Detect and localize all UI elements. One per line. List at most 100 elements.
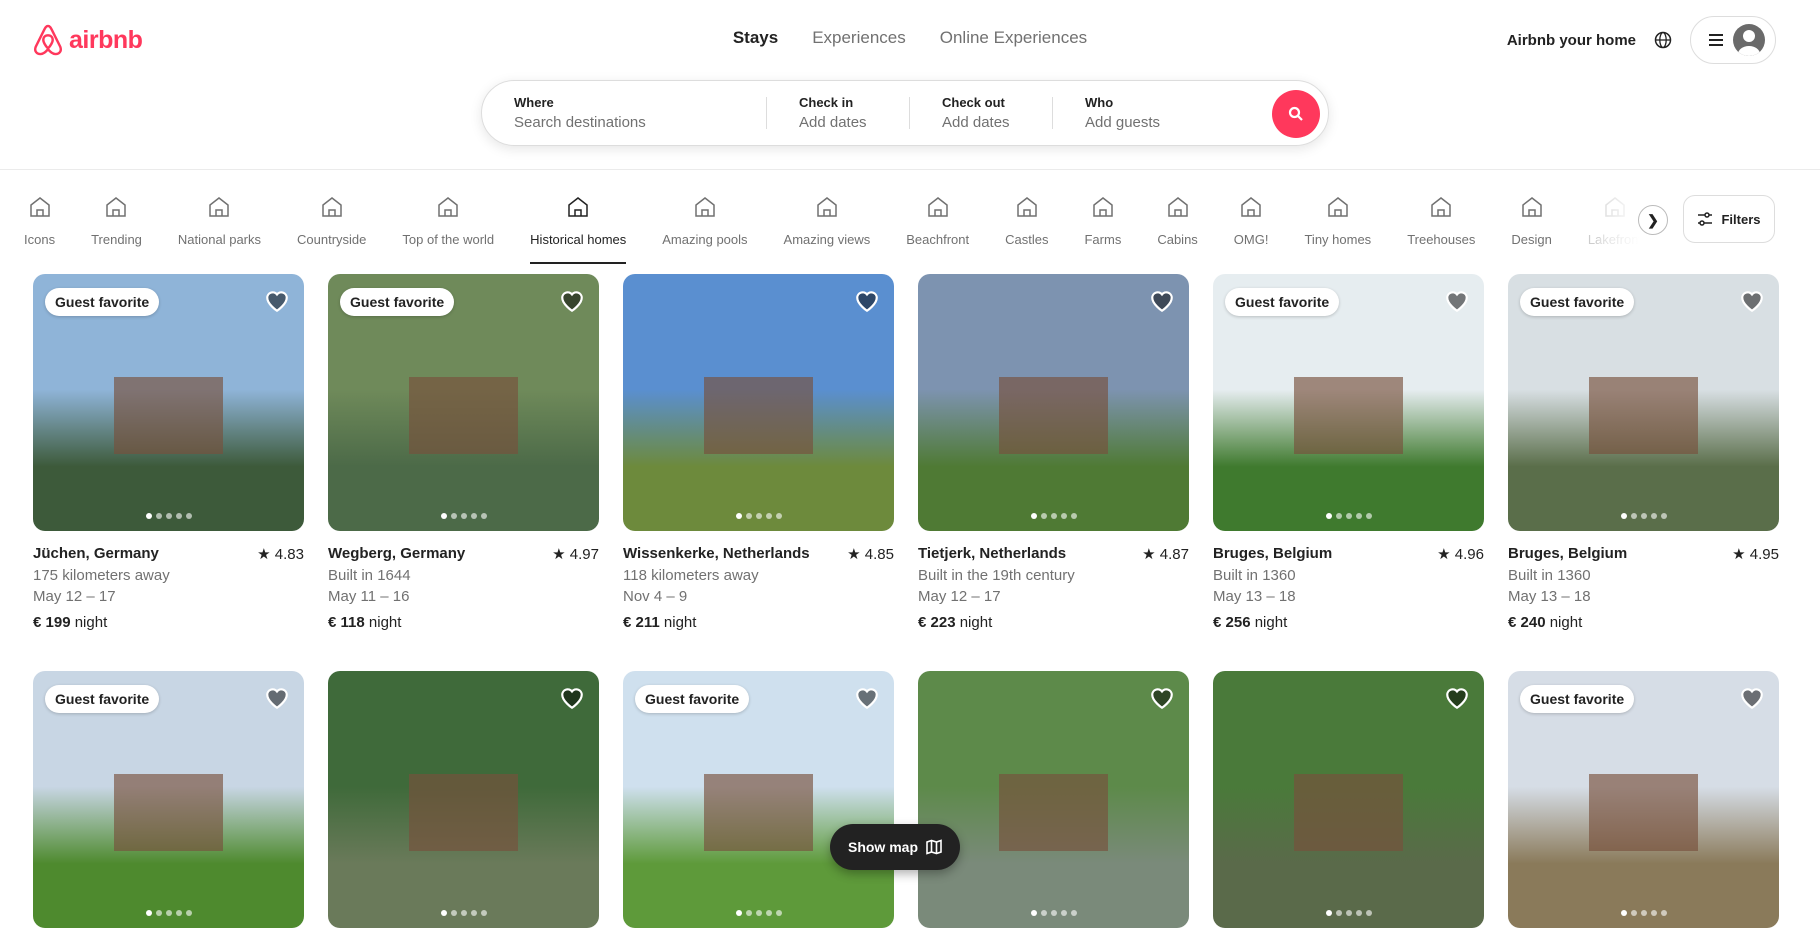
star-icon: ★ (847, 546, 861, 563)
listing-card[interactable]: Guest favorite Bruges, Belgium ★ 4.96 Buil… (1213, 274, 1484, 631)
tiny-homes-icon (1328, 197, 1348, 217)
search-button[interactable] (1272, 90, 1320, 138)
listing-card[interactable]: Guest favorite (1508, 671, 1779, 928)
photo-pagination-dots[interactable] (33, 513, 304, 519)
heart-icon[interactable] (1739, 685, 1765, 711)
category-amazing-views[interactable]: Amazing views (774, 190, 881, 258)
category-cabins[interactable]: Cabins (1147, 190, 1207, 258)
listing-card[interactable]: Tietjerk, Netherlands ★ 4.87 Built in the… (918, 274, 1189, 631)
heart-icon[interactable] (264, 685, 290, 711)
castles-icon (1017, 197, 1037, 217)
photo-pagination-dots[interactable] (1508, 513, 1779, 519)
listing-card[interactable]: Guest favorite Wegberg, Germany ★ 4.97 Bui… (328, 274, 599, 631)
listing-photo[interactable]: Guest favorite (1213, 274, 1484, 531)
beachfront-icon (927, 197, 948, 217)
listing-card[interactable] (328, 671, 599, 928)
where-field[interactable]: Where Search destinations (482, 95, 766, 131)
cabins-icon (1167, 197, 1188, 217)
category-beachfront[interactable]: Beachfront (896, 190, 979, 258)
star-icon: ★ (1732, 546, 1746, 563)
heart-icon[interactable] (1149, 288, 1175, 314)
where-placeholder[interactable]: Search destinations (514, 114, 766, 131)
category-top-of-the-world[interactable]: Top of the world (392, 190, 504, 258)
heart-icon[interactable] (1149, 685, 1175, 711)
price-unit: night (663, 614, 697, 631)
listing-photo[interactable]: Guest favorite (33, 274, 304, 531)
category-label: Tiny homes (1304, 232, 1372, 247)
listing-photo[interactable]: Guest favorite (33, 671, 304, 928)
listing-photo[interactable]: Guest favorite (1508, 671, 1779, 928)
category-label: Castles (1005, 232, 1049, 247)
nav-online-experiences[interactable]: Online Experiences (940, 28, 1087, 48)
category-amazing-pools[interactable]: Amazing pools (652, 190, 757, 258)
photo-pagination-dots[interactable] (328, 910, 599, 916)
top-header: airbnb Stays Experiences Online Experien… (0, 0, 1820, 170)
listing-card[interactable]: Wissenkerke, Netherlands ★ 4.85 118 kilom… (623, 274, 894, 631)
photo-pagination-dots[interactable] (1508, 910, 1779, 916)
listing-photo[interactable] (1213, 671, 1484, 928)
star-icon: ★ (552, 546, 566, 563)
who-field[interactable]: Who Add guests (1053, 95, 1253, 131)
heart-icon[interactable] (559, 685, 585, 711)
heart-icon[interactable] (1444, 685, 1470, 711)
photo-pagination-dots[interactable] (623, 513, 894, 519)
filters-button[interactable]: Filters (1683, 195, 1775, 243)
search-icon (1288, 106, 1303, 121)
category-treehouses[interactable]: Treehouses (1397, 190, 1485, 258)
listing-card[interactable]: Guest favorite Bruges, Belgium ★ 4.95 Buil… (1508, 274, 1779, 631)
listing-photo[interactable] (328, 671, 599, 928)
farms-icon (1093, 197, 1113, 217)
photo-pagination-dots[interactable] (918, 910, 1189, 916)
photo-pagination-dots[interactable] (623, 910, 894, 916)
heart-icon[interactable] (1739, 288, 1765, 314)
guest-favorite-badge: Guest favorite (1520, 685, 1635, 713)
photo-pagination-dots[interactable] (1213, 910, 1484, 916)
category-tiny-homes[interactable]: Tiny homes (1294, 190, 1381, 258)
category-farms[interactable]: Farms (1074, 190, 1131, 258)
listing-photo[interactable] (918, 274, 1189, 531)
listing-photo[interactable] (623, 274, 894, 531)
photo-pagination-dots[interactable] (33, 910, 304, 916)
check-out-field[interactable]: Check out Add dates (910, 95, 1052, 131)
category-next-button[interactable]: ❯ (1638, 205, 1668, 235)
listing-card[interactable] (918, 671, 1189, 928)
listing-photo[interactable]: Guest favorite (623, 671, 894, 928)
heart-icon[interactable] (1444, 288, 1470, 314)
category-countryside[interactable]: Countryside (287, 190, 376, 258)
nav-stays[interactable]: Stays (733, 28, 778, 48)
category-design[interactable]: Design (1501, 190, 1561, 258)
category-national-parks[interactable]: National parks (168, 190, 271, 258)
user-avatar (1732, 24, 1765, 56)
listing-photo[interactable] (918, 671, 1189, 928)
photo-pagination-dots[interactable] (918, 513, 1189, 519)
price-value: € 223 (918, 614, 956, 631)
heart-icon[interactable] (854, 288, 880, 314)
category-omg[interactable]: OMG! (1224, 190, 1279, 258)
listing-card[interactable] (1213, 671, 1484, 928)
photo-pagination-dots[interactable] (328, 513, 599, 519)
globe-icon[interactable] (1654, 31, 1672, 49)
listing-card[interactable]: Guest favorite (623, 671, 894, 928)
category-historical-homes[interactable]: Historical homes (520, 190, 636, 264)
category-label: Countryside (297, 232, 367, 247)
photo-pagination-dots[interactable] (1213, 513, 1484, 519)
heart-icon[interactable] (559, 288, 585, 314)
show-map-button[interactable]: Show map (830, 824, 960, 870)
listing-photo[interactable]: Guest favorite (328, 274, 599, 531)
listing-card[interactable]: Guest favorite (33, 671, 304, 928)
category-castles[interactable]: Castles (995, 190, 1058, 258)
star-icon: ★ (1437, 546, 1451, 563)
category-trending[interactable]: Trending (81, 190, 152, 258)
nav-experiences[interactable]: Experiences (812, 28, 906, 48)
listing-rating: ★ 4.95 (1732, 545, 1779, 563)
listing-card[interactable]: Guest favorite Jüchen, Germany ★ 4.83 175 … (33, 274, 304, 631)
heart-icon[interactable] (264, 288, 290, 314)
heart-icon[interactable] (854, 685, 880, 711)
listing-rating: ★ 4.97 (552, 545, 599, 563)
listing-photo[interactable]: Guest favorite (1508, 274, 1779, 531)
user-menu-button[interactable] (1690, 16, 1776, 64)
category-icons[interactable]: Icons (14, 190, 65, 258)
check-in-field[interactable]: Check in Add dates (767, 95, 909, 131)
airbnb-your-home-link[interactable]: Airbnb your home (1507, 32, 1636, 49)
countryside-icon (321, 197, 342, 217)
